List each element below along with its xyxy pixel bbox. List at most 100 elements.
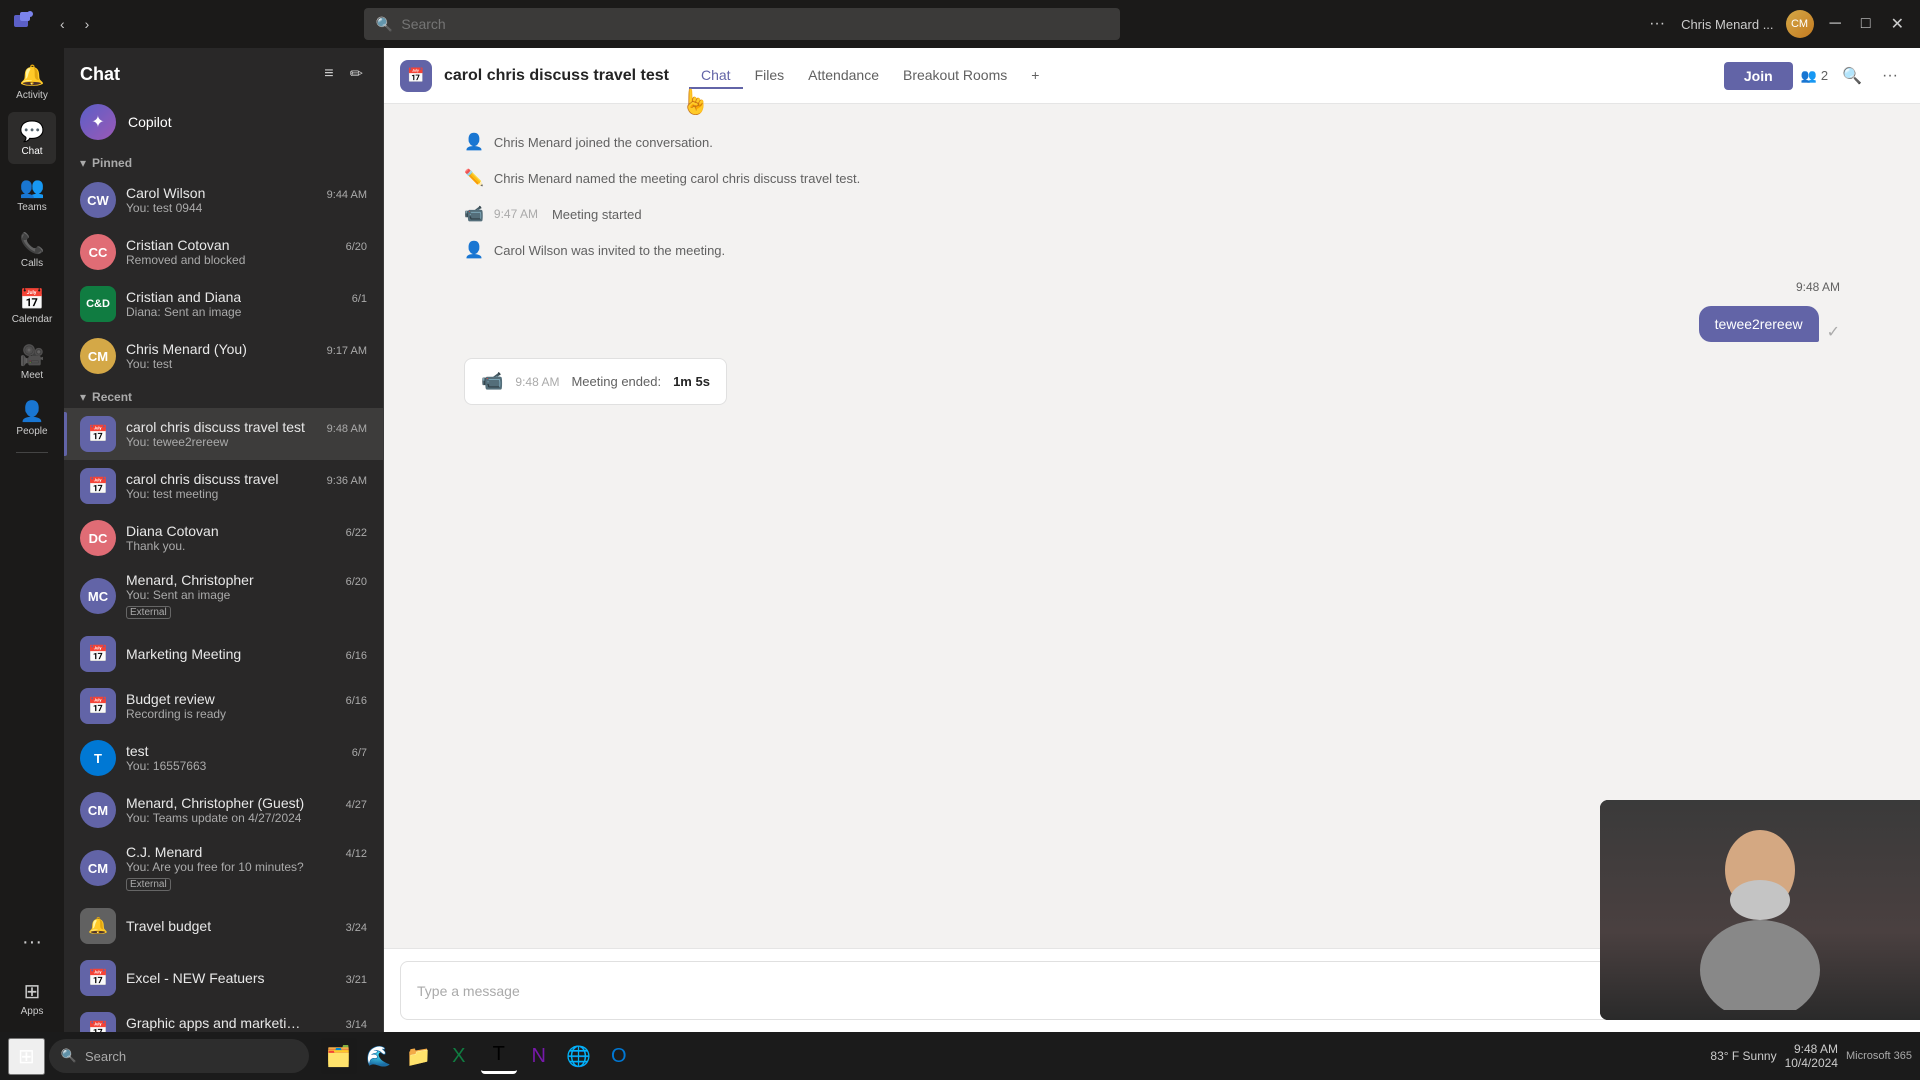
chat-item-diana-cotovan[interactable]: DC Diana Cotovan 6/22 Thank you. — [64, 512, 383, 564]
chat-header-right: Join 👥 2 🔍 ··· — [1724, 60, 1904, 92]
chat-item-marketing-meeting[interactable]: 📅 Marketing Meeting 6/16 — [64, 628, 383, 680]
taskbar-app-edge[interactable]: 🌊 — [361, 1038, 397, 1074]
system-invite-icon: 👤 — [464, 240, 484, 260]
chat-item-budget-review[interactable]: 📅 Budget review 6/16 Recording is ready — [64, 680, 383, 732]
start-button[interactable]: ⊞ — [8, 1038, 45, 1075]
copilot-item[interactable]: ✦ Copilot — [64, 96, 383, 148]
taskbar-app-teams[interactable]: T — [481, 1038, 517, 1074]
system-message-started: 📹 9:47 AM Meeting started — [464, 200, 1840, 228]
chat-header-title: carol chris discuss travel test — [444, 67, 669, 85]
taskbar-app-files[interactable]: 📁 — [401, 1038, 437, 1074]
sidebar-item-chat[interactable]: 💬 Chat — [8, 112, 56, 164]
taskbar-search-label: Search — [85, 1049, 126, 1064]
search-input[interactable] — [401, 16, 1108, 32]
message-bubble: tewee2rereew — [1699, 306, 1819, 342]
system-message-named: ✏️ Chris Menard named the meeting carol … — [464, 164, 1840, 192]
more-header-button[interactable]: ··· — [1876, 61, 1904, 91]
meet-icon: 🎥 — [20, 343, 45, 368]
chat-item-info: Menard, Christopher (Guest) 4/27 You: Te… — [126, 795, 367, 825]
sidebar-item-more[interactable]: ··· — [8, 916, 56, 968]
chat-item-time: 9:17 AM — [327, 345, 367, 357]
chat-item-name: Carol Wilson — [126, 185, 205, 201]
chat-item-menard-christopher[interactable]: MC Menard, Christopher 6/20 You: Sent an… — [64, 564, 383, 628]
chat-item-preview: Recording is ready — [126, 1031, 367, 1032]
person-silhouette — [1660, 810, 1860, 1010]
chat-item-cj-menard[interactable]: CM C.J. Menard 4/12 You: Are you free fo… — [64, 836, 383, 900]
tab-add[interactable]: + — [1019, 63, 1051, 89]
chat-item-chris-menard[interactable]: CM Chris Menard (You) 9:17 AM You: test — [64, 330, 383, 382]
chat-item-preview: You: test meeting — [126, 487, 367, 501]
taskbar-app-excel[interactable]: X — [441, 1038, 477, 1074]
pinned-section-header[interactable]: ▾ Pinned — [64, 148, 383, 174]
avatar: DC — [80, 520, 116, 556]
chat-item-time: 6/16 — [346, 650, 367, 662]
avatar: 🔔 — [80, 908, 116, 944]
sidebar-item-apps[interactable]: ⊞ Apps — [8, 972, 56, 1024]
sidebar-item-teams[interactable]: 👥 Teams — [8, 168, 56, 220]
search-messages-button[interactable]: 🔍 — [1836, 60, 1868, 92]
chat-list-header: Chat ≡ ✏ — [64, 48, 383, 96]
participants-button[interactable]: 👥 2 — [1801, 68, 1828, 84]
taskbar-app-outlook[interactable]: O — [601, 1038, 637, 1074]
chat-item-info: Diana Cotovan 6/22 Thank you. — [126, 523, 367, 553]
sidebar-item-calendar[interactable]: 📅 Calendar — [8, 280, 56, 332]
tab-breakout-rooms[interactable]: Breakout Rooms — [891, 63, 1019, 89]
avatar-meeting: 📅 — [80, 960, 116, 996]
chat-item-cristian-cotovan[interactable]: CC Cristian Cotovan 6/20 Removed and blo… — [64, 226, 383, 278]
user-name-label: Chris Menard ... — [1681, 17, 1773, 32]
external-badge: External — [126, 878, 171, 891]
avatar: C&D — [80, 286, 116, 322]
taskbar-app-chrome[interactable]: 🌐 — [561, 1038, 597, 1074]
chat-item-carol-travel-test[interactable]: 📅 carol chris discuss travel test 9:48 A… — [64, 408, 383, 460]
chat-item-carol-wilson[interactable]: CW Carol Wilson 9:44 AM You: test 0944 — [64, 174, 383, 226]
chat-item-info: Menard, Christopher 6/20 You: Sent an im… — [126, 572, 367, 620]
taskbar-app-onenote[interactable]: N — [521, 1038, 557, 1074]
chat-icon: 💬 — [20, 119, 45, 144]
chat-item-name: Cristian and Diana — [126, 289, 241, 305]
minimize-button[interactable]: ─ — [1826, 11, 1845, 37]
chat-item-preview: You: 16557663 — [126, 759, 367, 773]
chat-item-time: 3/14 — [346, 1019, 367, 1031]
chat-new-button[interactable]: ✏ — [346, 60, 367, 88]
chat-item-info: Marketing Meeting 6/16 — [126, 646, 367, 662]
maximize-button[interactable]: □ — [1857, 11, 1875, 37]
taskbar-search[interactable]: 🔍 Search — [49, 1039, 309, 1073]
more-options-button[interactable]: ··· — [1645, 11, 1669, 37]
system-message-text: Carol Wilson was invited to the meeting. — [494, 243, 725, 258]
calendar-icon: 📅 — [20, 287, 45, 312]
tab-attendance[interactable]: Attendance — [796, 63, 891, 89]
nav-forward-button[interactable]: › — [77, 12, 98, 36]
chat-item-time: 4/12 — [346, 848, 367, 860]
search-bar[interactable]: 🔍 — [364, 8, 1120, 40]
sidebar-item-people[interactable]: 👤 People — [8, 392, 56, 444]
join-button[interactable]: Join — [1724, 62, 1793, 90]
chat-item-excel[interactable]: 📅 Excel - NEW Featuers 3/21 — [64, 952, 383, 1004]
user-avatar[interactable]: CM — [1786, 10, 1814, 38]
chat-item-name: Travel budget — [126, 918, 211, 934]
message-input[interactable] — [417, 983, 1684, 999]
sidebar-item-meet[interactable]: 🎥 Meet — [8, 336, 56, 388]
chat-item-carol-travel[interactable]: 📅 carol chris discuss travel 9:36 AM You… — [64, 460, 383, 512]
chat-item-name: Excel - NEW Featuers — [126, 970, 264, 986]
chat-item-test[interactable]: T test 6/7 You: 16557663 — [64, 732, 383, 784]
nav-back-button[interactable]: ‹ — [52, 12, 73, 36]
tab-chat[interactable]: Chat — [689, 63, 743, 89]
taskbar-app-store[interactable]: 🗂️ — [321, 1038, 357, 1074]
sidebar-item-calls[interactable]: 📞 Calls — [8, 224, 56, 276]
tab-files[interactable]: Files — [743, 63, 797, 89]
chat-item-name: Budget review — [126, 691, 215, 707]
close-button[interactable]: ✕ — [1887, 10, 1908, 38]
chat-filter-button[interactable]: ≡ — [320, 60, 337, 88]
meeting-end-time: 9:48 AM — [515, 375, 559, 389]
chat-item-graphic-apps[interactable]: 📅 Graphic apps and marketing effort... 3… — [64, 1004, 383, 1032]
sidebar-item-activity[interactable]: 🔔 Activity — [8, 56, 56, 108]
chat-item-cristian-diana[interactable]: C&D Cristian and Diana 6/1 Diana: Sent a… — [64, 278, 383, 330]
chat-item-info: carol chris discuss travel 9:36 AM You: … — [126, 471, 367, 501]
chat-item-travel-budget[interactable]: 🔔 Travel budget 3/24 — [64, 900, 383, 952]
chat-item-time: 6/16 — [346, 695, 367, 707]
recent-section-header[interactable]: ▾ Recent — [64, 382, 383, 408]
avatar: CM — [80, 338, 116, 374]
sidebar-item-label-meet: Meet — [21, 370, 43, 381]
chat-item-menard-guest[interactable]: CM Menard, Christopher (Guest) 4/27 You:… — [64, 784, 383, 836]
system-meeting-icon: 📹 — [464, 204, 484, 224]
